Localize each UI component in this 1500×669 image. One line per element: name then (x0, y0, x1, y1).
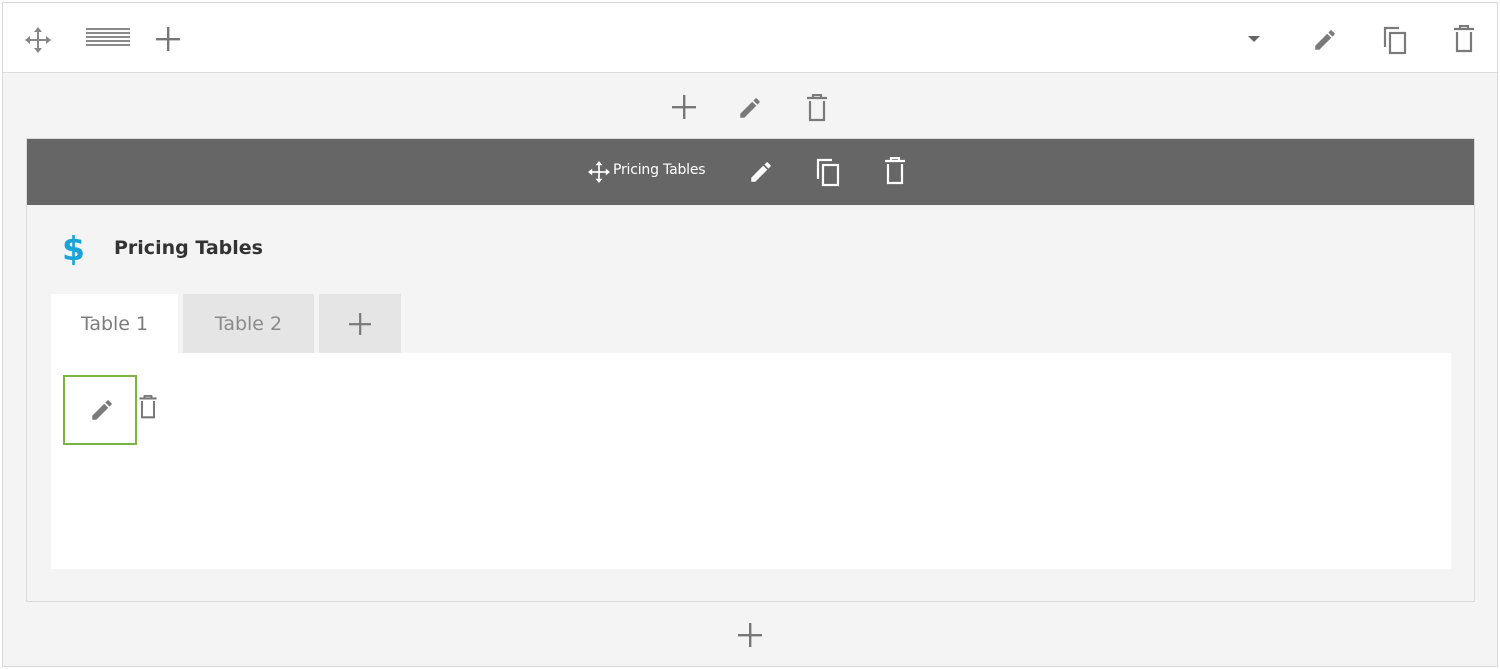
duplicate-icon[interactable] (814, 157, 842, 187)
tab-table-1[interactable]: Table 1 (51, 294, 178, 354)
move-icon[interactable] (25, 27, 51, 53)
row-toolbar (3, 3, 1497, 73)
duplicate-icon[interactable] (1381, 25, 1409, 55)
column-controls (3, 93, 1497, 125)
module-toolbar: Pricing Tables (27, 139, 1474, 205)
svg-text:$: $ (62, 231, 85, 267)
caret-down-icon[interactable] (1248, 35, 1260, 43)
add-icon[interactable] (738, 623, 762, 647)
add-tab-button[interactable] (319, 294, 401, 353)
move-icon[interactable] (588, 161, 610, 183)
row-container: Pricing Tables $ Pricing Tables Table 1 … (2, 2, 1498, 667)
tab-panel (51, 353, 1451, 569)
pencil-icon[interactable] (748, 159, 774, 185)
pencil-icon[interactable] (1312, 27, 1338, 53)
pencil-icon (89, 397, 115, 423)
module-heading: Pricing Tables (114, 237, 263, 259)
pricing-tables-module: Pricing Tables $ Pricing Tables Table 1 … (26, 138, 1475, 602)
tab-table-2[interactable]: Table 2 (183, 294, 314, 353)
module-bar-title[interactable]: Pricing Tables (613, 162, 706, 178)
pencil-icon[interactable] (737, 95, 763, 121)
edit-table-button[interactable] (63, 375, 137, 445)
plus-icon (349, 313, 371, 335)
dollar-icon: $ (61, 231, 85, 267)
trash-icon[interactable] (138, 395, 158, 419)
add-icon[interactable] (672, 95, 696, 119)
trash-icon[interactable] (806, 94, 828, 122)
trash-icon[interactable] (1453, 25, 1475, 53)
trash-icon[interactable] (884, 157, 906, 185)
row-layout-icon[interactable] (86, 28, 130, 48)
add-icon[interactable] (156, 27, 180, 51)
